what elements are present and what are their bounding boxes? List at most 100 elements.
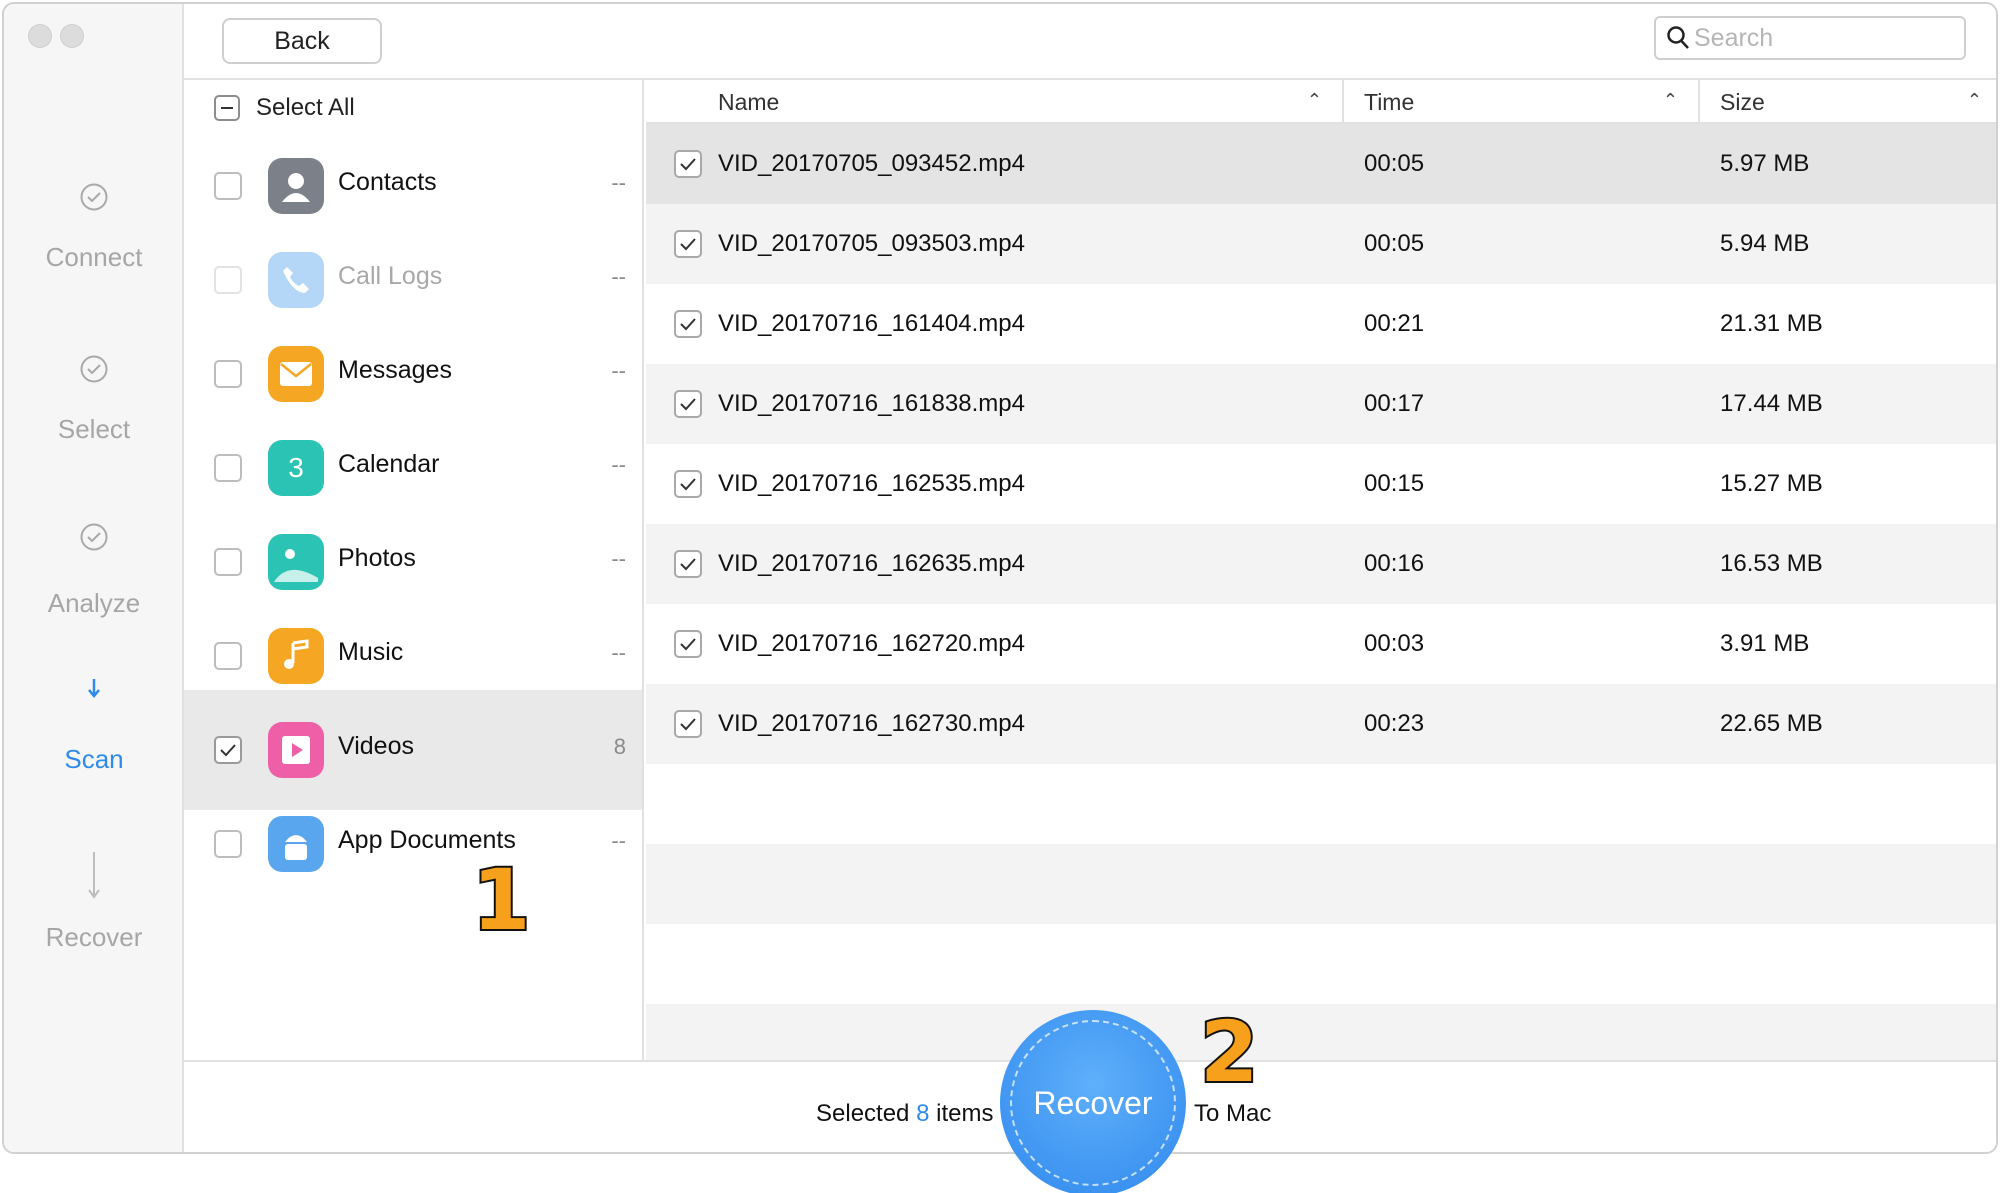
step-scan: Scan — [4, 674, 184, 775]
step-label: Select — [57, 414, 131, 444]
category-checkbox[interactable] — [214, 454, 242, 482]
table-row[interactable]: VID_20170716_162720.mp4 00:03 3.91 MB — [646, 604, 1996, 684]
step-recover: Recover — [4, 850, 184, 953]
table-row — [646, 844, 1996, 924]
file-size: 5.97 MB — [1720, 150, 1810, 177]
android-icon — [268, 816, 324, 872]
column-size-header[interactable]: Size ⌃ — [1700, 80, 1996, 124]
category-count: -- — [611, 546, 626, 571]
file-duration: 00:15 — [1364, 470, 1425, 497]
file-size: 22.65 MB — [1720, 710, 1823, 737]
file-name: VID_20170716_162635.mp4 — [718, 550, 1025, 577]
category-count: 8 — [613, 734, 626, 759]
step-connect: Connect — [4, 182, 184, 273]
file-duration: 00:05 — [1364, 230, 1425, 257]
checkmark-icon — [680, 638, 696, 651]
file-duration: 00:05 — [1364, 150, 1425, 177]
check-circle-icon — [80, 523, 108, 551]
file-size: 17.44 MB — [1720, 390, 1823, 417]
file-table: Name ⌃ Time ⌃ Size ⌃ VID_20170705_093452… — [646, 80, 1996, 1060]
file-name: VID_20170705_093503.mp4 — [718, 230, 1025, 257]
category-count: -- — [611, 264, 626, 289]
file-size: 5.94 MB — [1720, 230, 1810, 257]
table-row — [646, 764, 1996, 844]
category-name: Music — [338, 638, 404, 666]
window-minimize-button[interactable] — [60, 24, 84, 48]
category-count: -- — [611, 358, 626, 383]
category-checkbox[interactable] — [214, 736, 242, 764]
partial-check-icon — [214, 95, 240, 121]
destination-label[interactable]: To Mac — [1194, 1100, 1271, 1128]
table-row[interactable]: VID_20170705_093452.mp4 00:05 5.97 MB — [646, 124, 1996, 204]
file-name: VID_20170716_162535.mp4 — [718, 470, 1025, 497]
table-row[interactable]: VID_20170705_093503.mp4 00:05 5.94 MB — [646, 204, 1996, 284]
row-checkbox[interactable] — [674, 710, 702, 738]
column-name-header[interactable]: Name ⌃ — [646, 80, 1342, 124]
sort-chevron-icon: ⌃ — [1966, 90, 1982, 110]
select-all-checkbox[interactable]: Select All — [214, 92, 355, 124]
selected-prefix: Selected — [816, 1100, 910, 1127]
toolbar: Back Search — [184, 4, 1996, 80]
check-circle-icon — [80, 355, 108, 383]
file-duration: 00:03 — [1364, 630, 1425, 657]
step-label: Analyze — [47, 588, 141, 618]
checkmark-icon — [680, 478, 696, 491]
row-checkbox[interactable] — [674, 230, 702, 258]
category-name: Videos — [338, 732, 414, 760]
row-checkbox[interactable] — [674, 310, 702, 338]
file-name: VID_20170716_161838.mp4 — [718, 390, 1025, 417]
envelope-icon — [268, 346, 324, 402]
row-checkbox[interactable] — [674, 550, 702, 578]
step-marker-1: 1 — [470, 851, 532, 949]
contacts-icon — [268, 158, 324, 214]
category-name: Calendar — [338, 450, 440, 478]
file-size: 21.31 MB — [1720, 310, 1823, 337]
category-app-documents[interactable]: App Documents -- — [184, 784, 642, 904]
table-row[interactable]: VID_20170716_162535.mp4 00:15 15.27 MB — [646, 444, 1996, 524]
table-row[interactable]: VID_20170716_161404.mp4 00:21 21.31 MB — [646, 284, 1996, 364]
file-duration: 00:21 — [1364, 310, 1425, 337]
table-row — [646, 1004, 1996, 1060]
search-icon — [1667, 26, 1689, 49]
checkmark-icon — [220, 744, 236, 757]
file-duration: 00:23 — [1364, 710, 1425, 737]
search-input[interactable]: Search — [1654, 16, 1966, 60]
recover-label: Recover — [1033, 1084, 1153, 1121]
row-checkbox[interactable] — [674, 470, 702, 498]
row-checkbox[interactable] — [674, 630, 702, 658]
file-name: VID_20170716_162730.mp4 — [718, 710, 1025, 737]
checkmark-icon — [680, 158, 696, 171]
column-label: Name — [718, 88, 780, 115]
file-name: VID_20170716_161404.mp4 — [718, 310, 1025, 337]
category-checkbox — [214, 266, 242, 294]
step-select: Select — [4, 354, 184, 445]
category-count: -- — [611, 828, 626, 853]
category-count: -- — [611, 640, 626, 665]
selected-count: 8 — [916, 1100, 930, 1127]
category-checkbox[interactable] — [214, 642, 242, 670]
photos-icon — [268, 534, 324, 590]
row-checkbox[interactable] — [674, 390, 702, 418]
category-checkbox[interactable] — [214, 172, 242, 200]
file-name: VID_20170716_162720.mp4 — [718, 630, 1025, 657]
category-checkbox[interactable] — [214, 830, 242, 858]
row-checkbox[interactable] — [674, 150, 702, 178]
file-size: 15.27 MB — [1720, 470, 1823, 497]
calendar-icon: 3 — [268, 440, 324, 496]
step-sidebar: Connect Select Analyze Scan Recover — [4, 4, 184, 1152]
checkmark-icon — [680, 558, 696, 571]
table-row[interactable]: VID_20170716_162730.mp4 00:23 22.65 MB — [646, 684, 1996, 764]
column-label: Time — [1364, 88, 1415, 115]
back-button[interactable]: Back — [222, 18, 382, 64]
column-time-header[interactable]: Time ⌃ — [1344, 80, 1698, 124]
category-name: Messages — [338, 356, 452, 384]
column-label: Size — [1720, 88, 1765, 115]
window-close-button[interactable] — [28, 24, 52, 48]
table-row[interactable]: VID_20170716_162635.mp4 00:16 16.53 MB — [646, 524, 1996, 604]
check-circle-icon — [80, 183, 108, 211]
category-checkbox[interactable] — [214, 548, 242, 576]
category-checkbox[interactable] — [214, 360, 242, 388]
table-row[interactable]: VID_20170716_161838.mp4 00:17 17.44 MB — [646, 364, 1996, 444]
video-play-icon — [268, 722, 324, 778]
recover-button[interactable]: Recover — [1000, 1010, 1186, 1193]
